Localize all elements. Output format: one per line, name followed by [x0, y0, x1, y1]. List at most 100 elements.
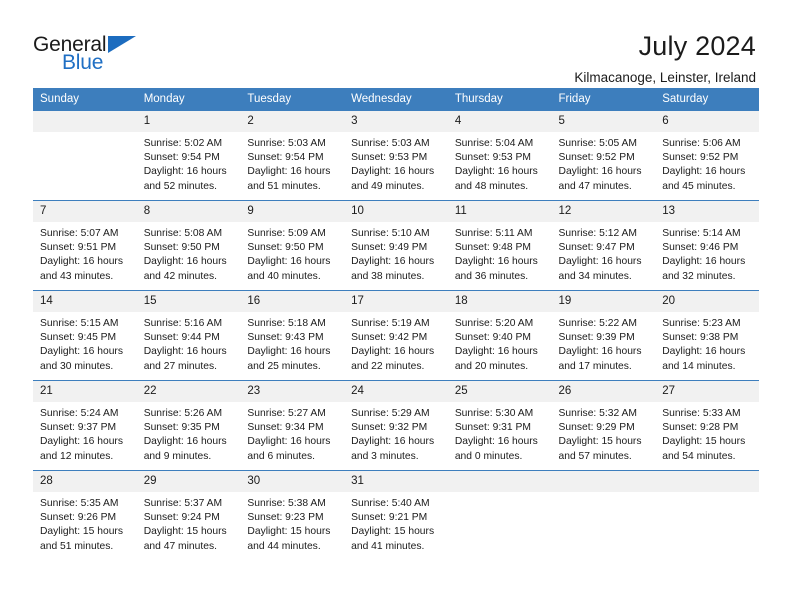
day-number: 14 — [33, 291, 137, 312]
day-cell[interactable]: 14 Sunrise: 5:15 AM Sunset: 9:45 PM Dayl… — [33, 290, 137, 381]
day-cell[interactable]: 30 Sunrise: 5:38 AM Sunset: 9:23 PM Dayl… — [240, 470, 345, 561]
day-cell[interactable]: 4 Sunrise: 5:04 AM Sunset: 9:53 PM Dayli… — [447, 110, 552, 201]
calendar-week-row: 1 Sunrise: 5:02 AM Sunset: 9:54 PM Dayli… — [33, 110, 759, 201]
day-cell[interactable]: 20 Sunrise: 5:23 AM Sunset: 9:38 PM Dayl… — [655, 290, 759, 381]
sunrise-text: Sunrise: 5:09 AM — [247, 228, 326, 239]
weekday-header-monday: Monday — [136, 88, 241, 111]
calendar-page: General Blue July 2024 Kilmacanoge, Lein… — [0, 0, 792, 612]
daylight-text-line1: Daylight: 16 hours — [351, 346, 435, 358]
day-cell[interactable]: 10 Sunrise: 5:10 AM Sunset: 9:49 PM Dayl… — [344, 200, 448, 291]
day-cell[interactable]: 2 Sunrise: 5:03 AM Sunset: 9:54 PM Dayli… — [240, 110, 345, 201]
day-cell[interactable]: 6 Sunrise: 5:06 AM Sunset: 9:52 PM Dayli… — [655, 110, 759, 201]
day-cell[interactable]: 7 Sunrise: 5:07 AM Sunset: 9:51 PM Dayli… — [33, 200, 137, 291]
daylight-text-line2: and 22 minutes. — [351, 360, 425, 372]
daylight-text-line1: Daylight: 16 hours — [662, 166, 746, 178]
daylight-text-line1: Daylight: 16 hours — [454, 256, 538, 268]
daylight-text-line2: and 9 minutes. — [143, 450, 212, 462]
day-cell[interactable]: 21 Sunrise: 5:24 AM Sunset: 9:37 PM Dayl… — [33, 380, 137, 471]
daylight-text-line1: Daylight: 16 hours — [351, 166, 435, 178]
day-cell[interactable]: 22 Sunrise: 5:26 AM Sunset: 9:35 PM Dayl… — [136, 380, 241, 471]
sunset-text: Sunset: 9:44 PM — [143, 332, 220, 344]
weekday-header-saturday: Saturday — [655, 88, 759, 111]
day-number: 30 — [240, 471, 345, 492]
daylight-text-line2: and 51 minutes. — [247, 180, 321, 192]
day-cell[interactable]: 5 Sunrise: 5:05 AM Sunset: 9:52 PM Dayli… — [551, 110, 656, 201]
page-title: July 2024 — [638, 31, 756, 61]
day-cell[interactable]: 11 Sunrise: 5:11 AM Sunset: 9:48 PM Dayl… — [447, 200, 552, 291]
day-details: Sunrise: 5:20 AM Sunset: 9:40 PM Dayligh… — [448, 312, 552, 374]
day-number: 3 — [344, 111, 448, 132]
day-details: Sunrise: 5:29 AM Sunset: 9:32 PM Dayligh… — [344, 402, 448, 464]
weekday-header-sunday: Sunday — [33, 88, 137, 111]
sunset-text: Sunset: 9:32 PM — [351, 422, 428, 434]
sunrise-text: Sunrise: 5:03 AM — [247, 138, 326, 149]
sunset-text: Sunset: 9:40 PM — [454, 332, 531, 344]
sunrise-text: Sunrise: 5:10 AM — [351, 228, 430, 239]
day-cell[interactable]: 19 Sunrise: 5:22 AM Sunset: 9:39 PM Dayl… — [551, 290, 656, 381]
day-details: Sunrise: 5:05 AM Sunset: 9:52 PM Dayligh… — [552, 132, 656, 194]
day-details: Sunrise: 5:37 AM Sunset: 9:24 PM Dayligh… — [137, 492, 241, 554]
weekday-header-tuesday: Tuesday — [240, 88, 345, 111]
sunset-text: Sunset: 9:29 PM — [558, 422, 635, 434]
sunset-text: Sunset: 9:46 PM — [662, 242, 739, 254]
day-cell[interactable]: 29 Sunrise: 5:37 AM Sunset: 9:24 PM Dayl… — [136, 470, 241, 561]
day-cell[interactable]: 23 Sunrise: 5:27 AM Sunset: 9:34 PM Dayl… — [240, 380, 345, 471]
day-cell[interactable]: 24 Sunrise: 5:29 AM Sunset: 9:32 PM Dayl… — [344, 380, 448, 471]
sunset-text: Sunset: 9:37 PM — [40, 422, 117, 434]
day-cell[interactable]: 8 Sunrise: 5:08 AM Sunset: 9:50 PM Dayli… — [136, 200, 241, 291]
day-cell[interactable]: 1 Sunrise: 5:02 AM Sunset: 9:54 PM Dayli… — [136, 110, 241, 201]
daylight-text-line2: and 57 minutes. — [558, 450, 632, 462]
daylight-text-line2: and 34 minutes. — [558, 270, 632, 282]
day-cell[interactable]: 28 Sunrise: 5:35 AM Sunset: 9:26 PM Dayl… — [33, 470, 137, 561]
daylight-text-line2: and 6 minutes. — [247, 450, 315, 462]
daylight-text-line2: and 54 minutes. — [662, 450, 736, 462]
sunrise-text: Sunrise: 5:32 AM — [558, 408, 637, 419]
daylight-text-line2: and 12 minutes. — [40, 450, 114, 462]
sunset-text: Sunset: 9:51 PM — [40, 242, 117, 254]
sunset-text: Sunset: 9:31 PM — [454, 422, 531, 434]
daylight-text-line2: and 45 minutes. — [662, 180, 736, 192]
day-cell-empty — [33, 110, 137, 201]
day-number: 24 — [344, 381, 448, 402]
day-cell[interactable]: 13 Sunrise: 5:14 AM Sunset: 9:46 PM Dayl… — [655, 200, 759, 291]
day-number: 8 — [136, 201, 241, 222]
sunset-text: Sunset: 9:49 PM — [351, 242, 428, 254]
day-details: Sunrise: 5:03 AM Sunset: 9:54 PM Dayligh… — [240, 132, 344, 194]
sunrise-text: Sunrise: 5:24 AM — [40, 408, 119, 419]
day-cell[interactable]: 27 Sunrise: 5:33 AM Sunset: 9:28 PM Dayl… — [655, 380, 759, 471]
daylight-text-line1: Daylight: 16 hours — [558, 256, 642, 268]
daylight-text-line1: Daylight: 16 hours — [143, 256, 227, 268]
daylight-text-line1: Daylight: 16 hours — [247, 436, 331, 448]
day-details: Sunrise: 5:08 AM Sunset: 9:50 PM Dayligh… — [137, 222, 241, 284]
day-cell[interactable]: 9 Sunrise: 5:09 AM Sunset: 9:50 PM Dayli… — [240, 200, 345, 291]
sunrise-text: Sunrise: 5:22 AM — [558, 318, 637, 329]
day-cell[interactable]: 12 Sunrise: 5:12 AM Sunset: 9:47 PM Dayl… — [551, 200, 656, 291]
day-cell[interactable]: 3 Sunrise: 5:03 AM Sunset: 9:53 PM Dayli… — [344, 110, 448, 201]
daylight-text-line1: Daylight: 16 hours — [247, 256, 331, 268]
daylight-text-line2: and 49 minutes. — [351, 180, 425, 192]
daylight-text-line2: and 51 minutes. — [40, 540, 114, 552]
sunrise-text: Sunrise: 5:35 AM — [40, 498, 119, 509]
day-cell[interactable]: 15 Sunrise: 5:16 AM Sunset: 9:44 PM Dayl… — [136, 290, 241, 381]
day-cell[interactable]: 26 Sunrise: 5:32 AM Sunset: 9:29 PM Dayl… — [551, 380, 656, 471]
day-cell[interactable]: 16 Sunrise: 5:18 AM Sunset: 9:43 PM Dayl… — [240, 290, 345, 381]
day-number: 1 — [136, 111, 241, 132]
sunrise-text: Sunrise: 5:14 AM — [662, 228, 741, 239]
day-details: Sunrise: 5:33 AM Sunset: 9:28 PM Dayligh… — [655, 402, 759, 464]
daylight-text-line1: Daylight: 16 hours — [454, 166, 538, 178]
day-details: Sunrise: 5:06 AM Sunset: 9:52 PM Dayligh… — [655, 132, 759, 194]
daylight-text-line1: Daylight: 16 hours — [143, 346, 227, 358]
day-cell[interactable]: 31 Sunrise: 5:40 AM Sunset: 9:21 PM Dayl… — [344, 470, 448, 561]
sunrise-text: Sunrise: 5:18 AM — [247, 318, 326, 329]
sunrise-text: Sunrise: 5:08 AM — [143, 228, 223, 239]
day-number — [447, 471, 552, 492]
day-cell[interactable]: 17 Sunrise: 5:19 AM Sunset: 9:42 PM Dayl… — [344, 290, 448, 381]
daylight-text-line2: and 17 minutes. — [558, 360, 632, 372]
day-number: 31 — [344, 471, 448, 492]
day-number: 10 — [344, 201, 448, 222]
day-cell[interactable]: 25 Sunrise: 5:30 AM Sunset: 9:31 PM Dayl… — [447, 380, 552, 471]
day-cell[interactable]: 18 Sunrise: 5:20 AM Sunset: 9:40 PM Dayl… — [447, 290, 552, 381]
day-number — [551, 471, 656, 492]
day-number: 9 — [240, 201, 345, 222]
sunset-text: Sunset: 9:52 PM — [662, 152, 739, 164]
